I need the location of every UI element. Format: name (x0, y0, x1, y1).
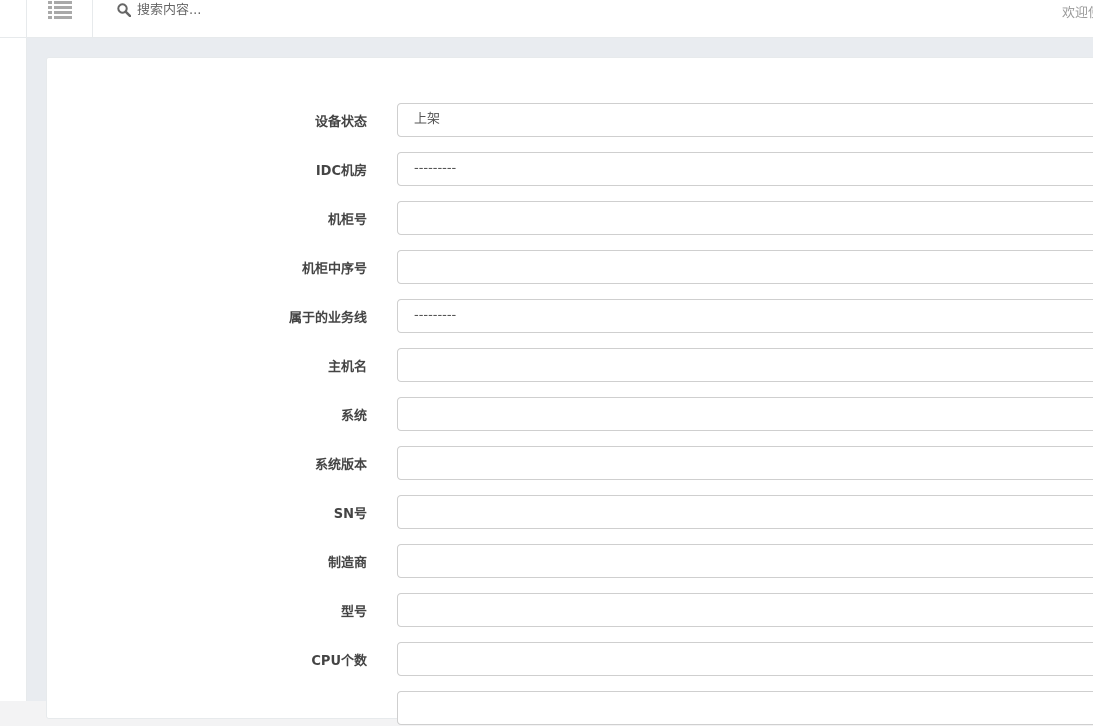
form-row-idc: IDC机房 --------- (47, 152, 1093, 187)
field-label: 主机名 (327, 360, 367, 375)
os-version-input[interactable] (397, 446, 1093, 480)
next-field-input[interactable] (397, 691, 1093, 725)
field-label: 型号 (340, 605, 367, 620)
field-label: 属于的业务线 (288, 311, 367, 326)
list-icon (48, 1, 72, 19)
search-icon (117, 3, 131, 17)
form-row-hostname: 主机名 (47, 348, 1093, 383)
field-label: SN号 (333, 507, 367, 522)
form-row-business-line: 属于的业务线 --------- (47, 299, 1093, 334)
cabinet-order-input[interactable] (397, 250, 1093, 284)
top-navbar: 欢迎使用 (27, 0, 1093, 38)
form-row-os: 系统 (47, 397, 1093, 432)
sidebar-divider (0, 37, 26, 38)
field-label: IDC机房 (315, 164, 367, 179)
form-row-device-status: 设备状态 上架 (47, 103, 1093, 138)
idc-select[interactable]: --------- (397, 152, 1093, 186)
sn-input[interactable] (397, 495, 1093, 529)
field-label: 设备状态 (314, 115, 367, 130)
search-input[interactable] (137, 0, 437, 20)
form-row-manufacturer: 制造商 (47, 544, 1093, 579)
field-label: 制造商 (327, 556, 367, 571)
form-card: 设备状态 上架 IDC机房 --------- 机柜号 机柜中序号 属于的业务线… (46, 57, 1093, 725)
form-row-sn: SN号 (47, 495, 1093, 530)
field-label: CPU个数 (311, 654, 367, 669)
manufacturer-input[interactable] (397, 544, 1093, 578)
os-input[interactable] (397, 397, 1093, 431)
field-label: 系统版本 (314, 458, 367, 473)
welcome-text: 欢迎使用 (1062, 6, 1093, 21)
form-row-cabinet: 机柜号 (47, 201, 1093, 236)
form-row-model: 型号 (47, 593, 1093, 628)
cpu-count-input[interactable] (397, 642, 1093, 676)
hostname-input[interactable] (397, 348, 1093, 382)
field-label: 机柜中序号 (301, 262, 367, 277)
cabinet-number-input[interactable] (397, 201, 1093, 235)
form-row-os-version: 系统版本 (47, 446, 1093, 481)
sidebar (0, 0, 27, 701)
field-label: 机柜号 (327, 213, 367, 228)
form-row-cabinet-order: 机柜中序号 (47, 250, 1093, 285)
field-label: 系统 (340, 409, 367, 424)
form-row-cpu-count: CPU个数 (47, 642, 1093, 677)
business-line-select[interactable]: --------- (397, 299, 1093, 333)
model-input[interactable] (397, 593, 1093, 627)
form-row-next (47, 691, 1093, 726)
menu-toggle-button[interactable] (27, 0, 93, 37)
device-status-select[interactable]: 上架 (397, 103, 1093, 137)
